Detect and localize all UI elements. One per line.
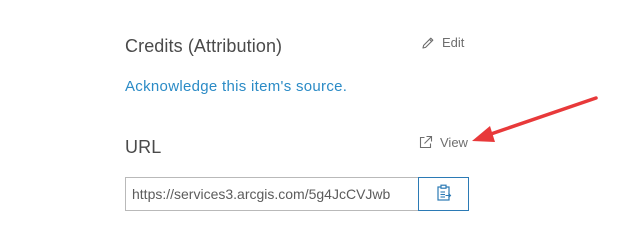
annotation-arrow [472,96,598,142]
arrow-shaft [486,96,598,137]
item-details-panel: Credits (Attribution) Edit Acknowledge t… [0,0,628,247]
arrow-head [472,126,495,142]
